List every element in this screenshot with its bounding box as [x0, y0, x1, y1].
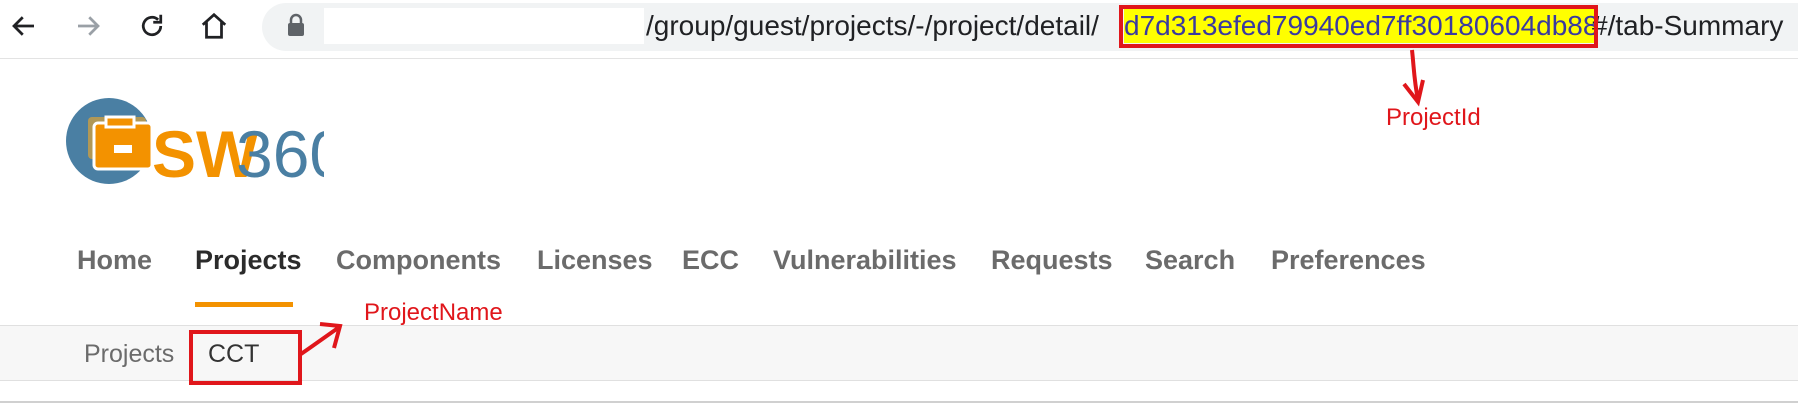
nav-preferences[interactable]: Preferences	[1271, 240, 1426, 280]
home-button[interactable]	[194, 6, 234, 46]
logo-360-text: 360	[236, 117, 324, 187]
breadcrumb-projects[interactable]: Projects	[84, 339, 174, 369]
arrow-left-icon	[12, 16, 34, 36]
project-name-arrow	[299, 322, 343, 356]
nav-ecc[interactable]: ECC	[682, 240, 739, 280]
back-button[interactable]	[4, 6, 44, 46]
nav-search[interactable]: Search	[1145, 240, 1235, 280]
url-suffix: #/tab-Summary	[1592, 10, 1784, 41]
project-name-highlight-box	[189, 330, 302, 385]
nav-components[interactable]: Components	[336, 240, 501, 280]
url-path: /group/guest/projects/-/project/detail/	[646, 10, 1099, 41]
browser-toolbar: /group/guest/projects/-/project/detail/ …	[0, 0, 1798, 54]
forward-button[interactable]	[68, 6, 108, 46]
reload-button[interactable]	[132, 6, 172, 46]
nav-requests[interactable]: Requests	[991, 240, 1113, 280]
active-tab-indicator	[195, 302, 293, 307]
nav-projects[interactable]: Projects	[195, 240, 302, 280]
arrow-right-icon	[78, 16, 100, 36]
nav-home[interactable]: Home	[77, 240, 152, 280]
annotation-project-name: ProjectName	[364, 299, 503, 326]
main-navigation: Home Projects Components Licenses ECC Vu…	[0, 240, 1798, 310]
nav-licenses[interactable]: Licenses	[537, 240, 653, 280]
toolbar-divider	[0, 58, 1798, 59]
project-id-arrow	[1402, 49, 1425, 107]
project-id-highlight-box	[1119, 5, 1598, 48]
reload-icon	[141, 14, 163, 37]
lock-icon	[288, 13, 304, 36]
sw360-logo: SW 360	[66, 98, 324, 187]
annotation-project-id: ProjectId	[1386, 104, 1481, 131]
url-host-redacted	[324, 8, 644, 44]
nav-vulnerabilities[interactable]: Vulnerabilities	[773, 240, 957, 280]
home-icon	[201, 12, 227, 39]
